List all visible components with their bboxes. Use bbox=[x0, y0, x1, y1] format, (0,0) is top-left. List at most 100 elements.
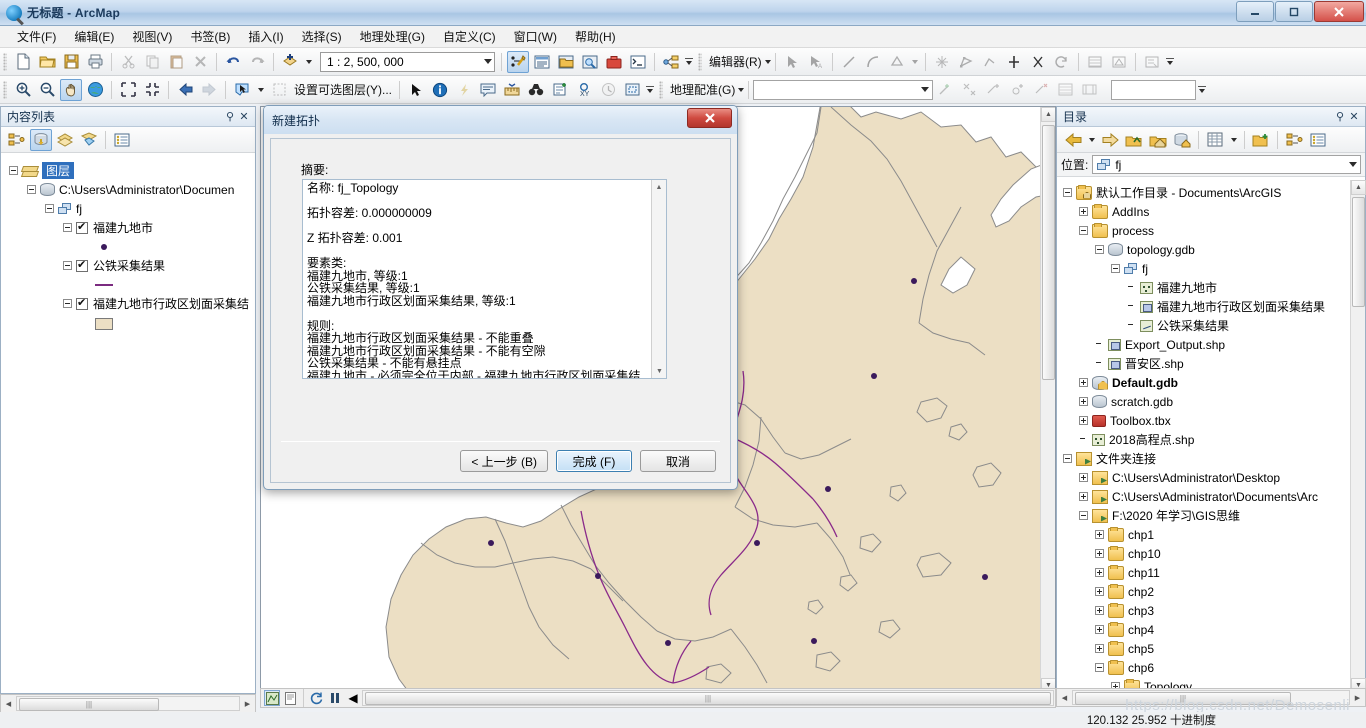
catalog-tree-item[interactable]: topology.gdb bbox=[1057, 240, 1350, 259]
expander-icon[interactable] bbox=[1111, 264, 1120, 273]
catalog-options-icon[interactable] bbox=[1307, 129, 1329, 151]
expander-icon[interactable] bbox=[1079, 207, 1088, 216]
find-route-icon[interactable] bbox=[549, 79, 571, 101]
toc-close-icon[interactable]: ✕ bbox=[237, 110, 251, 124]
georef-extra-field[interactable] bbox=[1111, 79, 1197, 100]
zoom-in-icon[interactable] bbox=[12, 79, 34, 101]
data-view-icon[interactable] bbox=[264, 690, 280, 706]
catalog-tree-item[interactable]: 文件夹连接 bbox=[1057, 449, 1350, 468]
editor-toolbar-overflow-button[interactable] bbox=[1164, 51, 1176, 73]
menu-window[interactable]: 窗口(W) bbox=[505, 26, 566, 47]
close-button[interactable] bbox=[1314, 1, 1364, 22]
map-scroll-left-arrow-icon[interactable]: ◀ bbox=[345, 690, 361, 706]
scroll-up-arrow-icon[interactable]: ▲ bbox=[1041, 107, 1055, 122]
catalog-tree-item[interactable]: 默认工作目录 - Documents\ArcGIS bbox=[1057, 183, 1350, 202]
expander-icon[interactable] bbox=[1079, 492, 1088, 501]
pan-hand-icon[interactable] bbox=[60, 78, 82, 101]
expander-icon[interactable] bbox=[1079, 397, 1088, 406]
list-by-source-icon[interactable] bbox=[30, 128, 52, 151]
map-scrollbar-thumb[interactable]: ||| bbox=[365, 692, 1051, 705]
expander-icon[interactable] bbox=[1079, 473, 1088, 482]
summary-scrollbar[interactable]: ▲ ▼ bbox=[651, 180, 666, 378]
catalog-tree-item[interactable]: scratch.gdb bbox=[1057, 392, 1350, 411]
scroll-up-arrow-icon[interactable]: ▲ bbox=[652, 180, 666, 194]
expander-icon[interactable] bbox=[1095, 530, 1104, 539]
connect-to-folder-icon[interactable] bbox=[1250, 129, 1272, 151]
expander-icon[interactable] bbox=[63, 223, 72, 232]
catalog-views-dropdown-icon[interactable] bbox=[1228, 129, 1239, 151]
find-binoculars-icon[interactable] bbox=[525, 79, 547, 101]
identify-info-icon[interactable] bbox=[429, 79, 451, 101]
catalog-vertical-scrollbar[interactable]: ▲ ▼ bbox=[1350, 180, 1366, 693]
catalog-tree-item[interactable]: chp1 bbox=[1057, 525, 1350, 544]
pause-drawing-icon[interactable] bbox=[327, 690, 343, 706]
menu-help[interactable]: 帮助(H) bbox=[566, 26, 625, 47]
menu-edit[interactable]: 编辑(E) bbox=[65, 26, 123, 47]
dialog-close-button[interactable] bbox=[687, 108, 732, 128]
georeferencing-menu-label[interactable]: 地理配准(G) bbox=[667, 81, 738, 98]
expander-icon[interactable] bbox=[1095, 549, 1104, 558]
catalog-tree-item[interactable]: 公铁采集结果 bbox=[1057, 316, 1350, 335]
menu-view[interactable]: 视图(V) bbox=[123, 26, 181, 47]
expander-icon[interactable] bbox=[45, 204, 54, 213]
go-back-extent-icon[interactable] bbox=[174, 79, 196, 101]
open-map-icon[interactable] bbox=[36, 51, 58, 73]
catalog-tree-item[interactable]: chp3 bbox=[1057, 601, 1350, 620]
finish-button[interactable]: 完成 (F) bbox=[556, 450, 632, 472]
menu-selection[interactable]: 选择(S) bbox=[293, 26, 351, 47]
list-by-selection-icon[interactable] bbox=[78, 129, 100, 151]
menu-customize[interactable]: 自定义(C) bbox=[434, 26, 505, 47]
catalog-tree-item[interactable]: 晋安区.shp bbox=[1057, 354, 1350, 373]
cut-polygons-icon[interactable] bbox=[1027, 51, 1049, 73]
layer-visibility-checkbox[interactable] bbox=[76, 220, 88, 234]
catalog-tree-item[interactable]: Default.gdb bbox=[1057, 373, 1350, 392]
catalog-views-icon[interactable] bbox=[1204, 129, 1226, 151]
full-extent-globe-icon[interactable] bbox=[84, 79, 106, 101]
catalog-tree-item[interactable]: F:\2020 年学习\GIS思维 bbox=[1057, 506, 1350, 525]
catalog-tree-item[interactable]: Export_Output.shp bbox=[1057, 335, 1350, 354]
model-builder-icon[interactable] bbox=[660, 51, 682, 73]
catalog-tree-item[interactable]: 福建九地市行政区划面采集结果 bbox=[1057, 297, 1350, 316]
back-dropdown-icon[interactable] bbox=[1086, 129, 1097, 151]
menu-insert[interactable]: 插入(I) bbox=[239, 26, 292, 47]
refresh-view-icon[interactable] bbox=[309, 690, 325, 706]
select-layers-label[interactable]: 设置可选图层(Y)... bbox=[291, 81, 395, 98]
up-one-level-icon[interactable] bbox=[1123, 129, 1145, 151]
catalog-tree-item[interactable]: process bbox=[1057, 221, 1350, 240]
scroll-right-arrow-icon[interactable]: ▶ bbox=[240, 696, 255, 711]
editor-menu-chevron-icon[interactable] bbox=[764, 59, 771, 64]
back-button[interactable]: < 上一步 (B) bbox=[460, 450, 548, 472]
expander-icon[interactable] bbox=[1079, 511, 1088, 520]
menu-geoprocessing[interactable]: 地理处理(G) bbox=[351, 26, 434, 47]
toc-item-dataset-fj[interactable]: fj bbox=[1, 199, 255, 218]
layout-view-icon[interactable] bbox=[282, 690, 298, 706]
georef-toolbar-grip[interactable] bbox=[659, 80, 663, 99]
expander-icon[interactable] bbox=[27, 185, 36, 194]
expander-icon[interactable] bbox=[1079, 378, 1088, 387]
map-vertical-scrollbar[interactable]: ▲ ▼ bbox=[1040, 107, 1055, 693]
go-to-xy-icon[interactable]: XY bbox=[573, 79, 595, 101]
toc-horizontal-scrollbar[interactable]: ◀ ||| ▶ bbox=[0, 694, 256, 713]
toc-symbol-point[interactable] bbox=[1, 237, 255, 256]
scroll-left-arrow-icon[interactable]: ◀ bbox=[1057, 690, 1072, 705]
catalog-close-icon[interactable]: ✕ bbox=[1347, 110, 1361, 124]
back-arrow-icon[interactable] bbox=[1062, 129, 1084, 151]
scrollbar-thumb[interactable] bbox=[1042, 125, 1055, 380]
catalog-tree-item[interactable]: chp6 bbox=[1057, 658, 1350, 677]
toc-layers-root[interactable]: 图层 bbox=[1, 161, 255, 180]
expander-icon[interactable] bbox=[1095, 245, 1104, 254]
catalog-tree-item[interactable]: chp2 bbox=[1057, 582, 1350, 601]
menu-file[interactable]: 文件(F) bbox=[8, 26, 65, 47]
measure-icon[interactable] bbox=[501, 79, 523, 101]
summary-textbox[interactable]: 名称: fj_Topology 拓扑容差: 0.000000009 Z 拓扑容差… bbox=[302, 179, 667, 379]
chevron-down-icon[interactable] bbox=[484, 59, 492, 64]
toc-layer-polygon[interactable]: 福建九地市行政区划面采集结 bbox=[1, 294, 255, 313]
list-by-visibility-icon[interactable] bbox=[54, 129, 76, 151]
select-features-icon[interactable] bbox=[231, 79, 253, 101]
georef-menu-chevron-icon[interactable] bbox=[738, 87, 745, 92]
editor-menu-label[interactable]: 编辑器(R) bbox=[706, 53, 765, 70]
expander-icon[interactable] bbox=[1063, 188, 1072, 197]
arctoolbox-icon[interactable] bbox=[603, 51, 625, 73]
pin-icon[interactable]: ⚲ bbox=[1333, 110, 1347, 124]
html-popup-icon[interactable] bbox=[477, 79, 499, 101]
